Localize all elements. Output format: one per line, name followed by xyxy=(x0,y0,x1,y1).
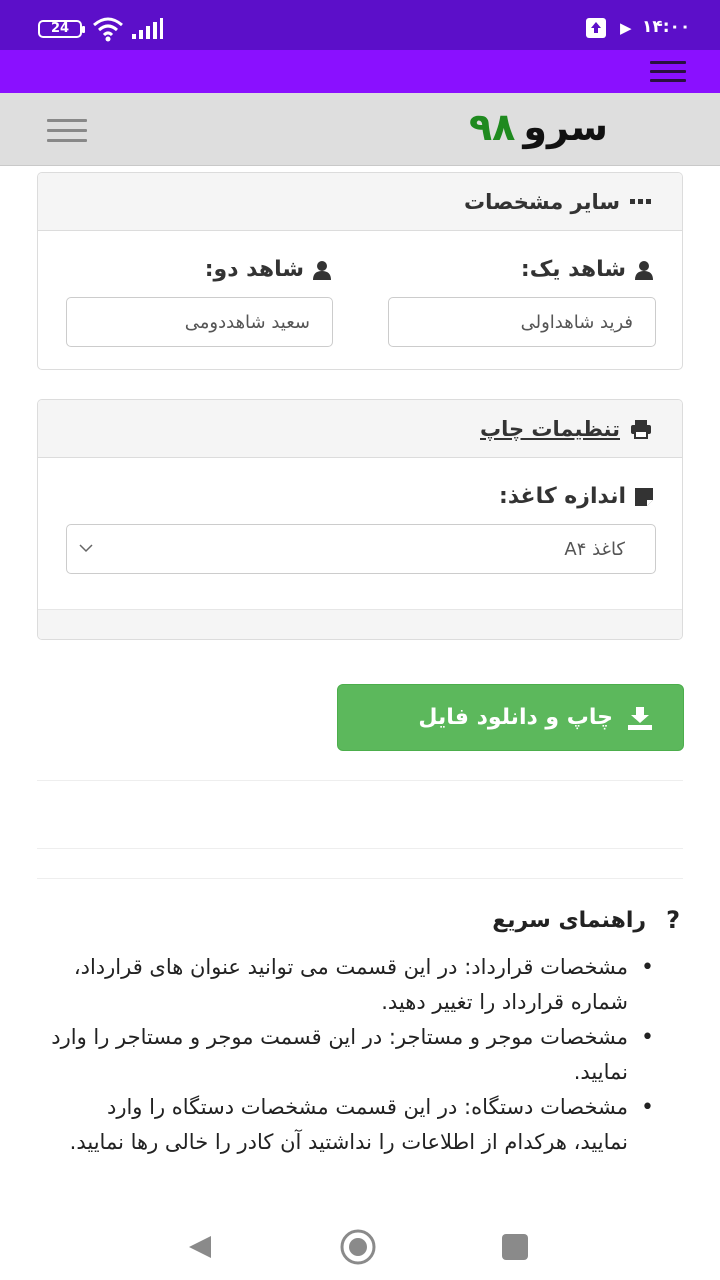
witness-one-input[interactable]: فرید شاهداولی xyxy=(388,297,656,347)
play-icon: ▶ xyxy=(620,19,632,37)
site-logo[interactable]: سرو۹۸ xyxy=(469,105,608,149)
logo-number: ۹۸ xyxy=(468,105,516,149)
list-item: مشخصات موجر و مستاجر: در این قسمت موجر و… xyxy=(48,1020,654,1090)
print-settings-panel: تنظیمات چاپ اندازه کاغذ: کاغذ A۴ xyxy=(37,399,683,640)
witness-two-input[interactable]: سعید شاهددومی xyxy=(66,297,333,347)
recent-apps-icon[interactable] xyxy=(502,1234,528,1260)
panel-heading: تنظیمات چاپ xyxy=(38,400,682,458)
user-icon xyxy=(634,260,654,280)
witness-two-label: شاهد دو: xyxy=(205,257,332,282)
panel-footer xyxy=(38,609,682,639)
paper-size-select[interactable]: کاغذ A۴ xyxy=(66,524,656,574)
clock: ۱۴:۰۰ xyxy=(642,17,691,37)
system-nav-bar xyxy=(0,1212,720,1280)
chevron-down-icon xyxy=(79,544,93,553)
other-details-panel: سایر مشخصات شاهد یک: شاهد دو: فرید شاهدا… xyxy=(37,172,683,370)
app-toolbar xyxy=(0,50,720,93)
hamburger-menu-icon[interactable] xyxy=(47,119,87,142)
panel-title[interactable]: تنظیمات چاپ xyxy=(480,417,620,441)
upload-icon xyxy=(586,18,606,38)
download-icon xyxy=(627,706,653,730)
signal-icon xyxy=(132,18,163,39)
home-icon[interactable] xyxy=(339,1228,377,1266)
printer-icon xyxy=(630,419,652,439)
battery-icon: 24 xyxy=(38,20,85,38)
paper-size-value: کاغذ A۴ xyxy=(564,538,625,560)
question-icon: ? xyxy=(666,906,680,934)
help-title: ? راهنمای سریع xyxy=(492,906,680,934)
list-item: مشخصات دستگاه: در این قسمت مشخصات دستگاه… xyxy=(48,1090,654,1160)
download-button-label: چاپ و دانلود فایل xyxy=(418,705,613,730)
divider xyxy=(37,848,683,849)
back-icon[interactable] xyxy=(187,1234,213,1260)
witness-one-label: شاهد یک: xyxy=(521,257,654,282)
user-icon xyxy=(312,260,332,280)
divider xyxy=(37,780,683,781)
divider xyxy=(37,878,683,879)
menu-icon[interactable] xyxy=(650,61,686,83)
sticky-note-icon xyxy=(634,487,654,507)
ellipsis-icon xyxy=(630,198,652,206)
print-download-button[interactable]: چاپ و دانلود فایل xyxy=(337,684,684,751)
panel-heading: سایر مشخصات xyxy=(38,173,682,231)
paper-size-label: اندازه کاغذ: xyxy=(499,484,654,509)
wifi-icon xyxy=(93,17,123,42)
panel-title: سایر مشخصات xyxy=(464,189,620,214)
help-list: مشخصات قرارداد: در این قسمت می توانید عن… xyxy=(48,950,654,1160)
status-bar: 24 ▶ ۱۴:۰۰ xyxy=(0,0,720,50)
logo-text: سرو xyxy=(523,105,608,149)
site-header: سرو۹۸ xyxy=(0,93,720,166)
list-item: مشخصات قرارداد: در این قسمت می توانید عن… xyxy=(48,950,654,1020)
